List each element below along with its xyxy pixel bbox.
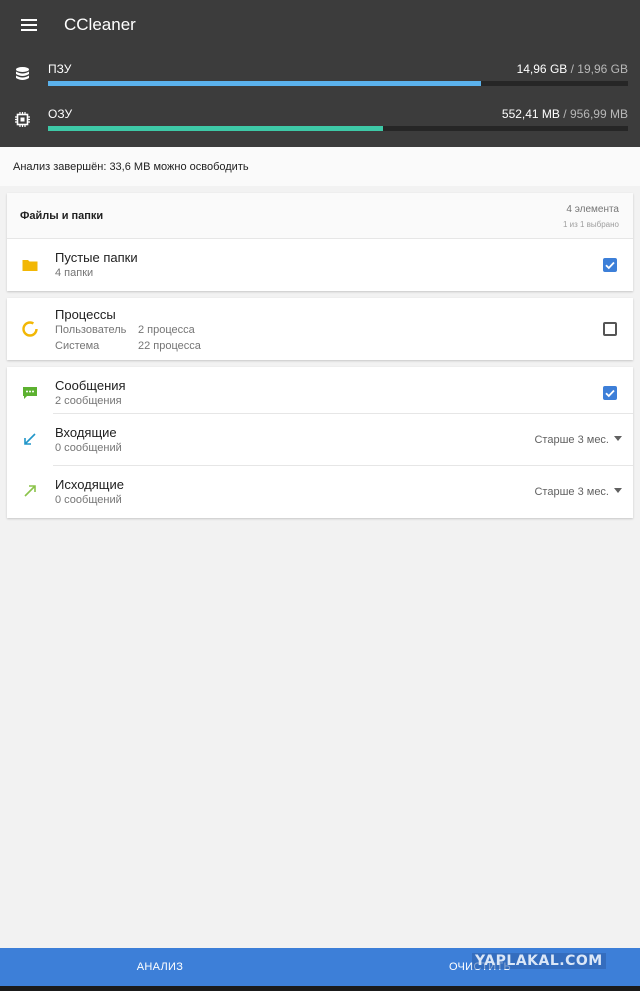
incoming-subtitle: 0 сообщений bbox=[55, 442, 122, 454]
messages-subtitle: 2 сообщения bbox=[55, 395, 122, 407]
toolbar: CCleaner bbox=[0, 0, 640, 52]
arrow-outgoing-icon bbox=[24, 485, 36, 497]
rom-separator: / bbox=[567, 62, 578, 76]
incoming-age-dropdown[interactable]: Старше 3 мес. bbox=[534, 434, 622, 446]
outgoing-subtitle: 0 сообщений bbox=[55, 494, 122, 506]
processes-user-label: Пользователь bbox=[55, 324, 127, 336]
list-item-empty-folders[interactable]: Пустые папки 4 папки bbox=[7, 239, 633, 291]
empty-folders-title: Пустые папки bbox=[55, 250, 138, 265]
outgoing-age-dropdown[interactable]: Старше 3 мес. bbox=[534, 486, 622, 498]
rom-usage: 14,96 GB / 19,96 GB bbox=[517, 62, 628, 76]
ram-total: 956,99 MB bbox=[569, 107, 628, 121]
list-item-messages[interactable]: Сообщения 2 сообщения bbox=[7, 367, 633, 413]
processes-title: Процессы bbox=[55, 307, 116, 322]
rom-total: 19,96 GB bbox=[577, 62, 628, 76]
menu-icon[interactable] bbox=[21, 19, 37, 31]
check-icon bbox=[605, 261, 615, 270]
processes-system-label: Система bbox=[55, 340, 100, 352]
files-card-header: Файлы и папки 4 элемента 1 из 1 выбрано bbox=[7, 193, 633, 239]
ram-progress-fill bbox=[48, 126, 383, 131]
analyze-button[interactable]: АНАЛИЗ bbox=[0, 948, 320, 986]
system-nav-strip bbox=[0, 986, 640, 991]
process-ring-icon bbox=[22, 321, 38, 337]
app-header: CCleaner ПЗУ 14,96 GB / 19,96 GB ОЗУ 552… bbox=[0, 0, 640, 147]
ram-label: ОЗУ bbox=[48, 107, 73, 121]
watermark: YAPLAKAL.COM bbox=[472, 953, 606, 969]
list-item-processes[interactable]: Процессы Пользователь 2 процесса Система… bbox=[7, 298, 633, 360]
empty-folders-subtitle: 4 папки bbox=[55, 267, 94, 279]
arrow-incoming-icon bbox=[24, 433, 36, 445]
rom-progress-fill bbox=[48, 81, 482, 86]
message-icon bbox=[23, 387, 37, 399]
incoming-age-value: Старше 3 мес. bbox=[534, 434, 609, 446]
outgoing-age-value: Старше 3 мес. bbox=[534, 486, 609, 498]
database-icon bbox=[16, 67, 29, 80]
analysis-status-text: Анализ завершён: 33,6 MB можно освободит… bbox=[13, 161, 249, 173]
chip-icon bbox=[15, 112, 30, 127]
ram-separator: / bbox=[559, 107, 570, 121]
rom-progress-track bbox=[48, 81, 628, 86]
chevron-down-icon bbox=[614, 488, 622, 493]
folder-icon bbox=[22, 260, 38, 271]
messages-card: Сообщения 2 сообщения Входящие 0 сообщен… bbox=[7, 367, 633, 518]
processes-card: Процессы Пользователь 2 процесса Система… bbox=[7, 298, 633, 360]
ram-progress-track bbox=[48, 126, 628, 131]
app-title: CCleaner bbox=[64, 15, 136, 34]
files-card-count: 4 элемента bbox=[566, 204, 619, 215]
analysis-status-bar: Анализ завершён: 33,6 MB можно освободит… bbox=[0, 147, 640, 186]
messages-checkbox[interactable] bbox=[603, 386, 617, 400]
files-card-title: Файлы и папки bbox=[20, 210, 104, 222]
storage-meter-rom: ПЗУ 14,96 GB / 19,96 GB bbox=[0, 62, 640, 106]
rom-used: 14,96 GB bbox=[516, 62, 568, 76]
outgoing-title: Исходящие bbox=[55, 477, 124, 492]
messages-title: Сообщения bbox=[55, 378, 126, 393]
files-card-selected: 1 из 1 выбрано bbox=[562, 220, 619, 229]
ram-used: 552,41 MB bbox=[501, 107, 560, 121]
list-item-incoming[interactable]: Входящие 0 сообщений Старше 3 мес. bbox=[7, 414, 633, 465]
empty-folders-checkbox[interactable] bbox=[603, 258, 617, 272]
processes-user-value: 2 процесса bbox=[138, 324, 195, 336]
processes-system-value: 22 процесса bbox=[138, 340, 201, 352]
processes-checkbox[interactable] bbox=[603, 322, 617, 336]
ram-usage: 552,41 MB / 956,99 MB bbox=[502, 107, 628, 121]
rom-label: ПЗУ bbox=[48, 62, 72, 76]
storage-meter-ram: ОЗУ 552,41 MB / 956,99 MB bbox=[0, 107, 640, 151]
check-icon bbox=[605, 389, 615, 398]
chevron-down-icon bbox=[614, 436, 622, 441]
files-card: Файлы и папки 4 элемента 1 из 1 выбрано … bbox=[7, 193, 633, 291]
incoming-title: Входящие bbox=[55, 425, 117, 440]
list-item-outgoing[interactable]: Исходящие 0 сообщений Старше 3 мес. bbox=[7, 466, 633, 518]
